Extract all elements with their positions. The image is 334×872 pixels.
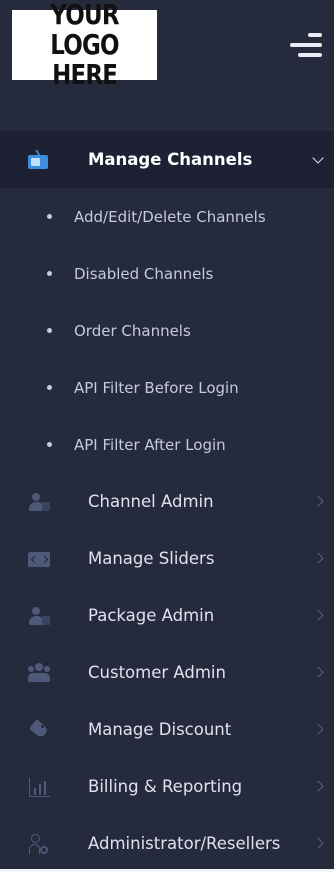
bullet-icon [47, 385, 52, 390]
sidebar-item-label: Administrator/Resellers [88, 834, 281, 853]
sidebar-item-administrator-resellers[interactable]: Administrator/Resellers [0, 815, 334, 872]
logo[interactable]: YOUR LOGO HERE [12, 0, 157, 90]
sidebar-item-label: Package Admin [88, 606, 215, 625]
submenu-item-label: API Filter Before Login [74, 378, 239, 397]
sidebar-item-package-admin[interactable]: Package Admin [0, 587, 334, 644]
tv-icon [28, 149, 50, 170]
sidebar-item-label: Manage Discount [88, 720, 232, 739]
submenu-item-label: Disabled Channels [74, 264, 214, 283]
submenu-item-label: Order Channels [74, 321, 191, 340]
sidebar-item-manage-discount[interactable]: Manage Discount [0, 701, 334, 758]
logo-line-2: HERE [52, 58, 118, 91]
sidebar-item-manage-channels[interactable]: Manage Channels [0, 131, 334, 188]
sidebar-item-channel-admin[interactable]: Channel Admin [0, 473, 334, 530]
chevron-right-icon [312, 666, 324, 678]
submenu-item-label: API Filter After Login [74, 435, 226, 454]
sidebar-menu: Manage Channels Add/Edit/Delete Channels… [0, 131, 334, 872]
admin-icon [28, 833, 50, 854]
sidebar-item-billing-reporting[interactable]: Billing & Reporting [0, 758, 334, 815]
submenu-item-api-filter-after-login[interactable]: API Filter After Login [0, 416, 334, 473]
sidebar-header: YOUR LOGO HERE [0, 0, 334, 95]
sidebar-item-label: Customer Admin [88, 663, 226, 682]
bullet-icon [47, 442, 52, 447]
chevron-right-icon [312, 723, 324, 735]
tag-icon [28, 718, 50, 740]
logo-line-1: YOUR LOGO [50, 0, 119, 61]
submenu-item-add-edit-delete-channels[interactable]: Add/Edit/Delete Channels [0, 188, 334, 245]
submenu-item-order-channels[interactable]: Order Channels [0, 302, 334, 359]
bullet-icon [47, 214, 52, 219]
group-icon [28, 662, 50, 683]
submenu-item-disabled-channels[interactable]: Disabled Channels [0, 245, 334, 302]
submenu-item-label: Add/Edit/Delete Channels [74, 207, 266, 226]
chart-icon [28, 777, 50, 797]
menu-toggle-icon[interactable] [290, 33, 322, 59]
sidebar-item-label: Manage Sliders [88, 549, 215, 568]
sidebar-item-customer-admin[interactable]: Customer Admin [0, 644, 334, 701]
sidebar-item-label: Manage Channels [88, 150, 253, 169]
chevron-right-icon [312, 609, 324, 621]
bullet-icon [47, 271, 52, 276]
chevron-right-icon [312, 552, 324, 564]
sidebar-item-manage-sliders[interactable]: Manage Sliders [0, 530, 334, 587]
sidebar: YOUR LOGO HERE Manage Channels Add/Edit/… [0, 0, 334, 869]
chevron-right-icon [312, 837, 324, 849]
sidebar-item-label: Billing & Reporting [88, 777, 243, 796]
sidebar-item-label: Channel Admin [88, 492, 214, 511]
user-icon [28, 606, 50, 626]
submenu-item-api-filter-before-login[interactable]: API Filter Before Login [0, 359, 334, 416]
user-icon [28, 492, 50, 512]
chevron-right-icon [312, 780, 324, 792]
bullet-icon [47, 328, 52, 333]
chevron-down-icon [312, 151, 324, 164]
chevron-right-icon [312, 495, 324, 507]
slider-icon [28, 549, 50, 569]
